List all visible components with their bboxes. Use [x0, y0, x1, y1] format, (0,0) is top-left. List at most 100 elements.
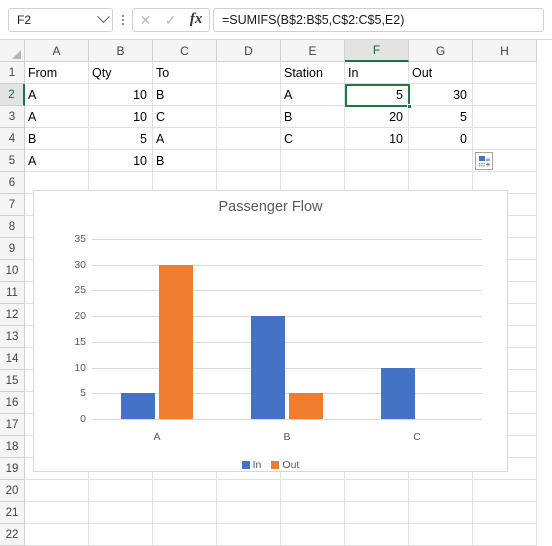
column-header-e[interactable]: E — [281, 40, 345, 62]
cell-C20[interactable] — [153, 480, 217, 502]
cell-D21[interactable] — [217, 502, 281, 524]
row-header-6[interactable]: 6 — [0, 172, 25, 194]
cell-A1[interactable]: From — [25, 62, 89, 84]
row-header-8[interactable]: 8 — [0, 216, 25, 238]
row-header-17[interactable]: 17 — [0, 414, 25, 436]
column-header-f[interactable]: F — [345, 40, 409, 62]
cell-C4[interactable]: A — [153, 128, 217, 150]
cell-B3[interactable]: 10 — [89, 106, 153, 128]
cell-A3[interactable]: A — [25, 106, 89, 128]
cell-C2[interactable]: B — [153, 84, 217, 106]
cell-C3[interactable]: C — [153, 106, 217, 128]
cell-D3[interactable] — [217, 106, 281, 128]
chart-bar-out-b[interactable] — [289, 393, 323, 419]
cell-D5[interactable] — [217, 150, 281, 172]
cell-G4[interactable]: 0 — [409, 128, 473, 150]
column-header-h[interactable]: H — [473, 40, 537, 62]
cell-D22[interactable] — [217, 524, 281, 546]
row-header-15[interactable]: 15 — [0, 370, 25, 392]
cell-C21[interactable] — [153, 502, 217, 524]
cell-E1[interactable]: Station — [281, 62, 345, 84]
cell-F22[interactable] — [345, 524, 409, 546]
cell-E4[interactable]: C — [281, 128, 345, 150]
row-header-12[interactable]: 12 — [0, 304, 25, 326]
chart-bar-in-b[interactable] — [251, 316, 285, 419]
cell-B4[interactable]: 5 — [89, 128, 153, 150]
cell-H22[interactable] — [473, 524, 537, 546]
cell-A21[interactable] — [25, 502, 89, 524]
cell-G5[interactable] — [409, 150, 473, 172]
cell-E20[interactable] — [281, 480, 345, 502]
cell-C1[interactable]: To — [153, 62, 217, 84]
row-header-18[interactable]: 18 — [0, 436, 25, 458]
row-header-1[interactable]: 1 — [0, 62, 25, 84]
cell-F2[interactable]: 5 — [345, 84, 409, 106]
cell-B1[interactable]: Qty — [89, 62, 153, 84]
cell-B5[interactable]: 10 — [89, 150, 153, 172]
cell-F21[interactable] — [345, 502, 409, 524]
row-header-3[interactable]: 3 — [0, 106, 25, 128]
row-header-21[interactable]: 21 — [0, 502, 25, 524]
cell-C5[interactable]: B — [153, 150, 217, 172]
cell-D20[interactable] — [217, 480, 281, 502]
formula-input[interactable]: =SUMIFS(B$2:B$5,C$2:C$5,E2) — [213, 7, 544, 32]
row-header-14[interactable]: 14 — [0, 348, 25, 370]
cell-E22[interactable] — [281, 524, 345, 546]
cell-A5[interactable]: A — [25, 150, 89, 172]
cell-B2[interactable]: 10 — [89, 84, 153, 106]
chart-legend-item-out[interactable]: Out — [271, 459, 299, 471]
row-header-22[interactable]: 22 — [0, 524, 25, 546]
chart-bar-in-a[interactable] — [121, 393, 155, 419]
cell-E21[interactable] — [281, 502, 345, 524]
cell-H3[interactable] — [473, 106, 537, 128]
cell-F1[interactable]: In — [345, 62, 409, 84]
passenger-flow-chart[interactable]: Passenger Flow 0 5 10 15 20 25 30 35 A B C In Out — [33, 190, 508, 472]
cell-G2[interactable]: 30 — [409, 84, 473, 106]
column-header-a[interactable]: A — [25, 40, 89, 62]
row-header-10[interactable]: 10 — [0, 260, 25, 282]
cell-D4[interactable] — [217, 128, 281, 150]
cell-H1[interactable] — [473, 62, 537, 84]
cell-D1[interactable] — [217, 62, 281, 84]
cell-A4[interactable]: B — [25, 128, 89, 150]
column-header-b[interactable]: B — [89, 40, 153, 62]
cell-B21[interactable] — [89, 502, 153, 524]
cell-F5[interactable] — [345, 150, 409, 172]
chart-bar-in-c[interactable] — [381, 367, 415, 419]
column-header-g[interactable]: G — [409, 40, 473, 62]
spreadsheet-grid[interactable]: ABCDEFGH 1 2 3 4 5 6 7 8 9 10 11 12 13 14 15 16 17 18 19 20… — [0, 40, 552, 546]
cell-G22[interactable] — [409, 524, 473, 546]
row-header-13[interactable]: 13 — [0, 326, 25, 348]
check-icon[interactable]: ✓ — [165, 13, 177, 27]
row-header-9[interactable]: 9 — [0, 238, 25, 260]
cell-H4[interactable] — [473, 128, 537, 150]
cell-H20[interactable] — [473, 480, 537, 502]
cell-E5[interactable] — [281, 150, 345, 172]
column-header-c[interactable]: C — [153, 40, 217, 62]
row-header-4[interactable]: 4 — [0, 128, 25, 150]
cell-H21[interactable] — [473, 502, 537, 524]
chart-bar-out-a[interactable] — [159, 264, 193, 419]
quick-analysis-icon[interactable] — [475, 152, 493, 170]
row-header-5[interactable]: 5 — [0, 150, 25, 172]
cell-D2[interactable] — [217, 84, 281, 106]
column-header-d[interactable]: D — [217, 40, 281, 62]
chevron-down-icon[interactable] — [97, 10, 110, 24]
cell-A2[interactable]: A — [25, 84, 89, 106]
cell-G21[interactable] — [409, 502, 473, 524]
cell-E3[interactable]: B — [281, 106, 345, 128]
cell-E2[interactable]: A — [281, 84, 345, 106]
close-icon[interactable]: ✕ — [140, 13, 152, 27]
chart-legend-item-in[interactable]: In — [241, 459, 261, 471]
cell-H2[interactable] — [473, 84, 537, 106]
cell-G20[interactable] — [409, 480, 473, 502]
cell-C22[interactable] — [153, 524, 217, 546]
name-box[interactable]: F2 — [8, 7, 113, 32]
kebab-menu-icon[interactable] — [116, 8, 130, 32]
cell-A22[interactable] — [25, 524, 89, 546]
cell-G3[interactable]: 5 — [409, 106, 473, 128]
row-header-19[interactable]: 19 — [0, 458, 25, 480]
fx-icon[interactable]: fx — [190, 11, 203, 28]
row-header-11[interactable]: 11 — [0, 282, 25, 304]
row-header-20[interactable]: 20 — [0, 480, 25, 502]
